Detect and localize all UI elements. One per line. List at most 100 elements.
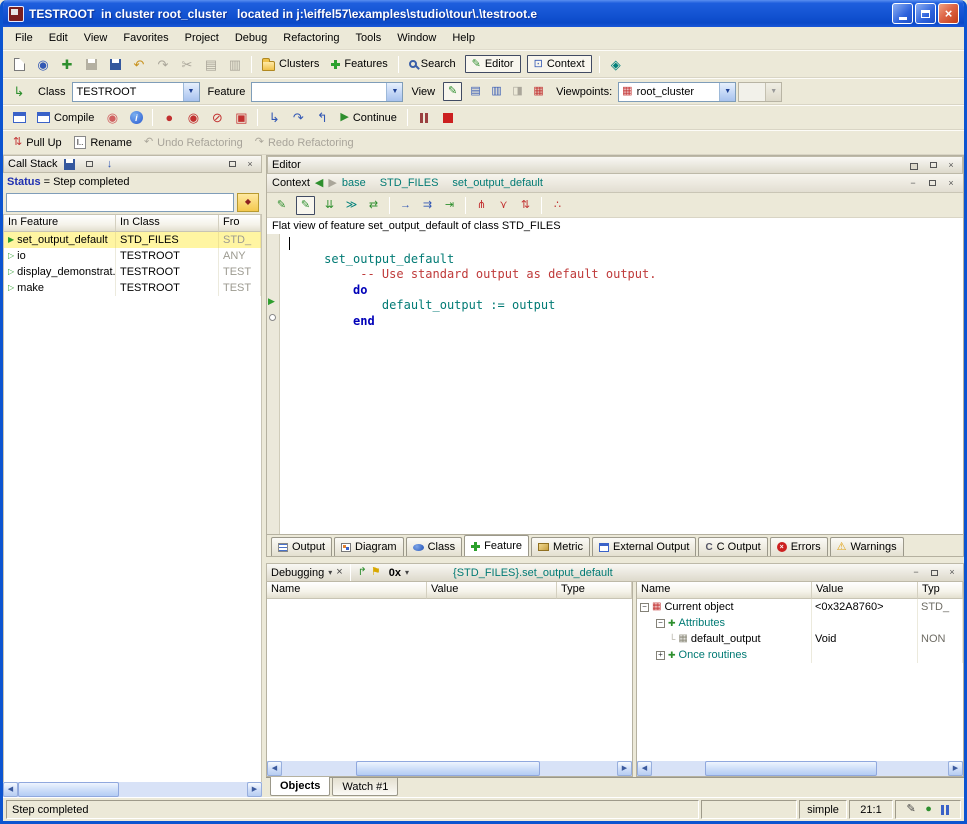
- close-debugging-button[interactable]: [945, 567, 959, 579]
- project-info-button[interactable]: [125, 107, 147, 129]
- scroll-track[interactable]: [652, 761, 948, 776]
- clusters-button[interactable]: Clusters: [257, 56, 324, 73]
- close-editor-button[interactable]: [944, 159, 958, 171]
- console-button[interactable]: [8, 107, 30, 129]
- hex-format-button[interactable]: 0x: [389, 567, 401, 579]
- minimize-button[interactable]: [892, 3, 913, 24]
- edit-feature-button[interactable]: [272, 196, 291, 215]
- editable-view-button[interactable]: [296, 196, 315, 215]
- open-button[interactable]: [32, 53, 54, 75]
- call-stack-row[interactable]: display_demonstrat... TESTROOT TEST: [4, 264, 261, 280]
- debugging-menu-icon[interactable]: [328, 569, 332, 577]
- menu-project[interactable]: Project: [177, 28, 227, 48]
- object-tree-row[interactable]: default_output Void NON: [637, 631, 963, 647]
- tab-objects[interactable]: Objects: [270, 777, 330, 796]
- scroll-left-button[interactable]: [267, 761, 282, 776]
- maximize-button[interactable]: [915, 3, 936, 24]
- tab-external-output[interactable]: External Output: [592, 537, 696, 556]
- code-editor[interactable]: set_output_default -- Use standard outpu…: [280, 234, 963, 534]
- context-back-button[interactable]: [315, 178, 323, 189]
- call-stack-row[interactable]: set_output_default STD_FILES STD_: [4, 232, 261, 248]
- interface-view-button[interactable]: [440, 196, 459, 215]
- menu-file[interactable]: File: [7, 28, 41, 48]
- view-contract-button[interactable]: [529, 82, 548, 101]
- class-combobox[interactable]: TESTROOT: [72, 82, 200, 102]
- scroll-right-button[interactable]: [948, 761, 963, 776]
- viewpoints-dropdown-icon[interactable]: [719, 83, 735, 101]
- undo-button[interactable]: [128, 53, 150, 75]
- column-value[interactable]: Value: [427, 582, 557, 599]
- callees-button[interactable]: [342, 196, 361, 215]
- scroll-track[interactable]: [18, 782, 247, 797]
- split-view-icon[interactable]: [941, 805, 949, 815]
- close-call-stack-button[interactable]: [243, 158, 257, 170]
- objects-hscrollbar[interactable]: [637, 761, 963, 776]
- expand-icon[interactable]: [656, 651, 665, 660]
- maximize-call-stack-button[interactable]: [225, 158, 239, 170]
- hex-dropdown-icon[interactable]: [405, 569, 409, 577]
- tab-feature[interactable]: Feature: [464, 535, 529, 556]
- menu-debug[interactable]: Debug: [227, 28, 275, 48]
- breadcrumb-feature[interactable]: set_output_default: [452, 177, 543, 189]
- melt-button[interactable]: [101, 107, 123, 129]
- scroll-thumb[interactable]: [18, 782, 119, 797]
- column-name[interactable]: Name: [267, 582, 427, 599]
- assigners-button[interactable]: [364, 196, 383, 215]
- viewpoints-combobox[interactable]: root_cluster: [618, 82, 736, 102]
- tab-c-output[interactable]: C Output: [698, 537, 767, 556]
- view-flat-button[interactable]: [508, 82, 527, 101]
- save-all-button[interactable]: [104, 53, 126, 75]
- redo-button[interactable]: [152, 53, 174, 75]
- disable-breakpoints-button[interactable]: [206, 107, 228, 129]
- call-stack-row[interactable]: io TESTROOT ANY: [4, 248, 261, 264]
- pause-button[interactable]: [413, 107, 435, 129]
- descendants-button[interactable]: [494, 196, 513, 215]
- watch-hscrollbar[interactable]: [267, 761, 632, 776]
- menu-refactoring[interactable]: Refactoring: [275, 28, 347, 48]
- breakpoint-gutter[interactable]: [267, 234, 280, 534]
- pull-up-button[interactable]: Pull Up: [8, 135, 67, 151]
- breadcrumb-class[interactable]: STD_FILES: [380, 177, 439, 189]
- run-to-cursor-button[interactable]: [230, 107, 252, 129]
- scroll-left-button[interactable]: [3, 782, 18, 797]
- feature-dropdown-icon[interactable]: [386, 83, 402, 101]
- paste-button[interactable]: [224, 53, 246, 75]
- suppliers-button[interactable]: [548, 196, 567, 215]
- view-basic-button[interactable]: [466, 82, 485, 101]
- send-to-tool-button[interactable]: [8, 81, 30, 103]
- callers-button[interactable]: [320, 196, 339, 215]
- debugging-close-tool-icon[interactable]: [336, 567, 342, 578]
- tab-warnings[interactable]: Warnings: [830, 537, 904, 556]
- column-from[interactable]: Fro: [219, 215, 261, 232]
- column-name[interactable]: Name: [637, 582, 812, 599]
- scroll-thumb[interactable]: [356, 761, 540, 776]
- column-in-feature[interactable]: In Feature: [4, 215, 116, 232]
- maximize-debugging-button[interactable]: [927, 567, 941, 579]
- close-context-button[interactable]: [944, 177, 958, 189]
- object-tree-row[interactable]: Once routines: [637, 647, 963, 663]
- menu-view[interactable]: View: [76, 28, 116, 48]
- tab-watch-1[interactable]: Watch #1: [332, 778, 398, 796]
- tab-class[interactable]: Class: [406, 537, 463, 556]
- column-type[interactable]: Type: [557, 582, 632, 599]
- context-forward-button[interactable]: [328, 178, 336, 189]
- redo-refactoring-button[interactable]: Redo Refactoring: [250, 135, 359, 151]
- cut-button[interactable]: [176, 53, 198, 75]
- tab-metric[interactable]: Metric: [531, 537, 590, 556]
- run-workbench-button[interactable]: [158, 107, 180, 129]
- view-clickable-button[interactable]: [487, 82, 506, 101]
- object-tree-row[interactable]: Attributes: [637, 615, 963, 631]
- tab-diagram[interactable]: Diagram: [334, 537, 404, 556]
- feature-combobox[interactable]: [251, 82, 403, 102]
- context-toggle-button[interactable]: Context: [527, 55, 592, 73]
- column-in-class[interactable]: In Class: [116, 215, 219, 232]
- new-window-button[interactable]: [8, 53, 30, 75]
- import-stack-button[interactable]: [102, 157, 118, 171]
- call-stack-hscrollbar[interactable]: [3, 782, 262, 797]
- copy-button[interactable]: [200, 53, 222, 75]
- tab-output[interactable]: Output: [271, 537, 332, 556]
- menu-tools[interactable]: Tools: [348, 28, 390, 48]
- stack-window-button[interactable]: [82, 157, 98, 171]
- diagram-tool-button[interactable]: [605, 53, 627, 75]
- breakpoint-slot-icon[interactable]: [269, 314, 276, 321]
